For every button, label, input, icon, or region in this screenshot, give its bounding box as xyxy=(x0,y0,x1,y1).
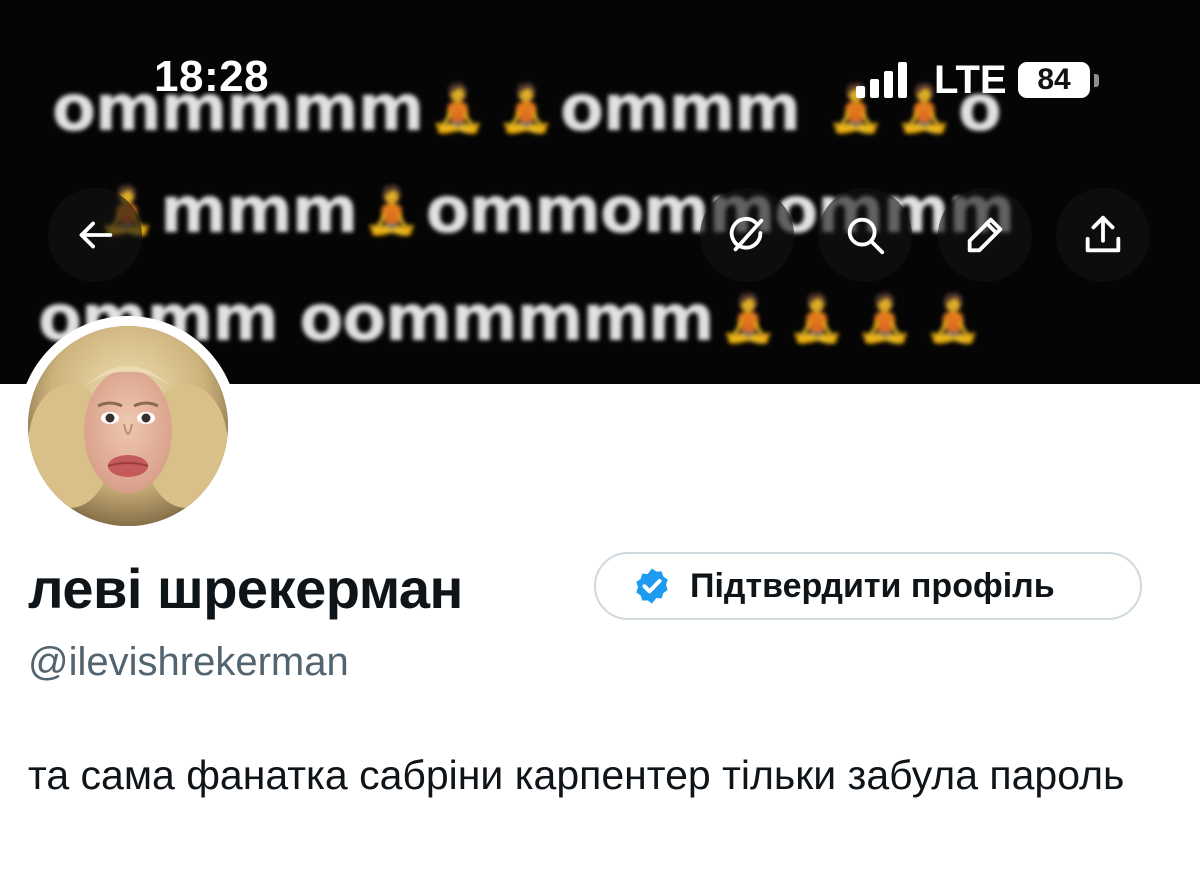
battery-icon: 84 xyxy=(1018,62,1090,98)
grok-button[interactable] xyxy=(700,188,794,282)
user-handle: @ilevishrekerman xyxy=(28,640,349,684)
signal-strength-icon xyxy=(856,62,912,98)
profile-bio: та сама фанатка сабріни карпентер тільки… xyxy=(28,752,1125,798)
battery-tip xyxy=(1094,74,1099,87)
pencil-icon xyxy=(967,217,1003,253)
verify-profile-label: Підтвердити профіль xyxy=(690,566,1055,605)
verified-badge-icon xyxy=(636,568,668,604)
back-button[interactable] xyxy=(48,188,142,282)
edit-button[interactable] xyxy=(938,188,1032,282)
display-name: леві шрекерман xyxy=(28,557,463,620)
status-time: 18:28 xyxy=(154,52,270,101)
arrow-left-icon xyxy=(79,221,113,249)
avatar[interactable] xyxy=(28,326,228,526)
network-type: LTE xyxy=(934,58,1007,102)
grok-icon xyxy=(729,217,764,252)
search-icon xyxy=(847,217,885,255)
battery-level: 84 xyxy=(1037,63,1071,96)
search-button[interactable] xyxy=(818,188,912,282)
share-icon xyxy=(1085,215,1121,253)
share-button[interactable] xyxy=(1056,188,1150,282)
verify-profile-button[interactable]: Підтвердити профіль xyxy=(594,552,1142,620)
